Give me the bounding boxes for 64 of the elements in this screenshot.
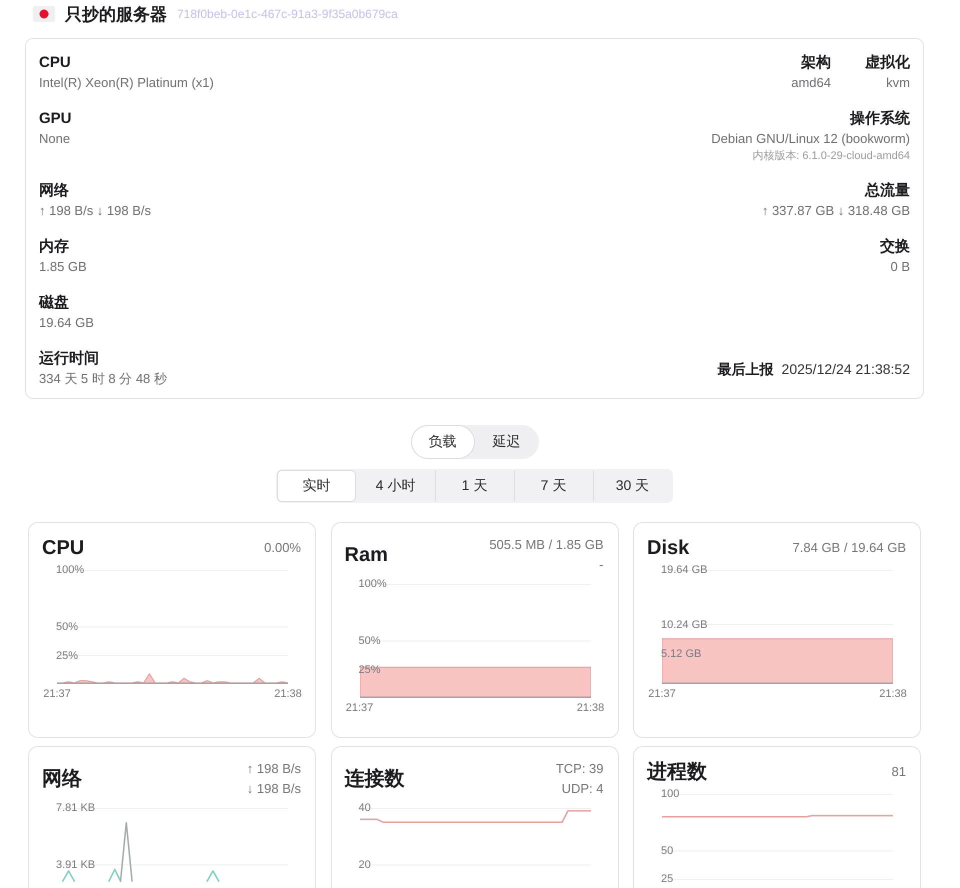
spec-label: 磁盘 — [39, 293, 69, 313]
report-time: 2025/12/24 21:38:52 — [782, 360, 910, 378]
y-tick-label: 50 — [661, 844, 674, 857]
y-tick-label: 25 — [661, 873, 674, 886]
y-tick-label: 5.12 GB — [661, 648, 702, 660]
spec-value: ↑ 198 B/s ↓ 198 B/s — [39, 202, 152, 220]
server-name: 只抄的服务器 — [65, 4, 167, 26]
server-uuid: 718f0beb-0e1c-467c-91a3-9f35a0b679ca — [177, 7, 398, 21]
spec-label: GPU — [39, 109, 72, 129]
y-tick-label: 100% — [358, 578, 387, 590]
y-tick-label: 20 — [358, 858, 371, 871]
x-tick-label: 21:38 — [274, 688, 302, 700]
spec-label: 交换 — [880, 237, 910, 257]
kernel-version-text: 内核版本: 6.1.0-29-cloud-amd64 — [752, 149, 910, 164]
chart-title: 连接数 — [344, 766, 404, 792]
spec-value: 1.85 GB — [39, 258, 87, 276]
chart-reading: ↑ 198 B/s — [246, 760, 301, 778]
spec-value: None — [39, 130, 70, 148]
y-tick-label: 100% — [56, 564, 84, 576]
spec-value: 19.64 GB — [39, 314, 94, 332]
spec-label: 虚拟化 — [865, 53, 910, 73]
chart-reading: 0.00% — [264, 539, 301, 557]
spec-value: kvm — [886, 74, 910, 92]
spec-value: 334 天 5 时 8 分 48 秒 — [39, 370, 167, 388]
chart-reading: 81 — [892, 763, 906, 781]
y-tick-label: 25% — [56, 650, 78, 662]
spec-value: amd64 — [791, 74, 831, 92]
x-tick-label: 21:38 — [576, 702, 604, 714]
spec-value: ↑ 337.87 GB ↓ 318.48 GB — [762, 202, 910, 220]
chart-reading: 505.5 MB / 1.85 GB — [489, 536, 604, 554]
chart-title: CPU — [42, 536, 84, 561]
chart-title: 进程数 — [647, 760, 707, 785]
x-tick-label: 21:37 — [648, 688, 676, 700]
spec-label: 操作系统 — [850, 109, 910, 129]
spec-label: 运行时间 — [39, 349, 99, 369]
spec-label: 网络 — [39, 181, 69, 201]
chart-title: Disk — [647, 536, 690, 561]
y-tick-label: 3.91 KB — [56, 858, 96, 871]
chart-reading: - — [599, 556, 604, 574]
chart-reading: TCP: 39 — [556, 760, 604, 778]
y-tick-label: 10.24 GB — [661, 618, 708, 631]
spec-label: 总流量 — [865, 181, 910, 201]
y-tick-label: 7.81 KB — [56, 802, 96, 814]
chart-title: 网络 — [42, 767, 82, 792]
spec-label: 内存 — [39, 237, 69, 257]
spec-value: Intel(R) Xeon(R) Platinum (x1) — [39, 74, 214, 92]
chart-title: Ram — [344, 543, 388, 568]
x-tick-label: 21:37 — [346, 702, 374, 714]
spec-value: 0 B — [890, 258, 910, 276]
x-tick-label: 21:38 — [879, 688, 907, 700]
x-tick-label: 21:37 — [43, 688, 71, 700]
y-tick-label: 25% — [358, 664, 381, 676]
chart-reading: ↓ 198 B/s — [246, 780, 301, 798]
spec-value: Debian GNU/Linux 12 (bookworm) — [711, 130, 910, 148]
spec-label: 架构 — [801, 53, 831, 73]
spec-label: CPU — [39, 53, 71, 73]
y-tick-label: 100 — [661, 788, 680, 800]
y-tick-label: 19.64 GB — [661, 564, 708, 576]
chart-reading: 7.84 GB / 19.64 GB — [792, 539, 906, 557]
y-tick-label: 50% — [358, 635, 381, 647]
chart-reading: UDP: 4 — [562, 780, 604, 798]
y-tick-label: 50% — [56, 621, 78, 633]
y-tick-label: 40 — [358, 802, 371, 814]
report-label: 最后上报 — [718, 360, 774, 378]
